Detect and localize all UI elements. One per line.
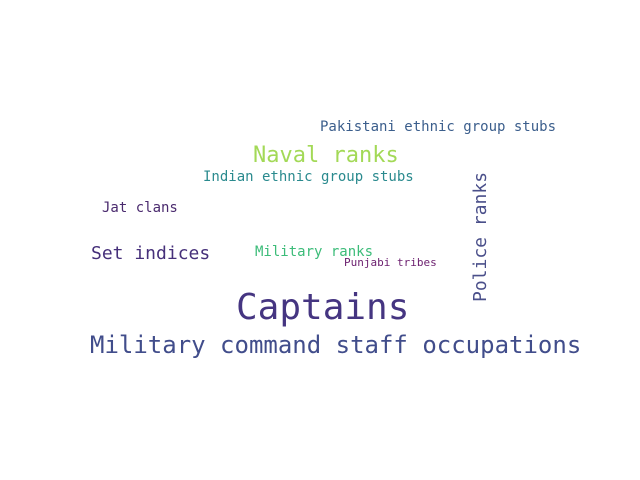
word-naval-ranks: Naval ranks	[253, 143, 399, 168]
word-jat-clans: Jat clans	[102, 200, 178, 216]
word-police-ranks: Police ranks	[470, 171, 491, 302]
word-cloud: Pakistani ethnic group stubs Naval ranks…	[0, 0, 640, 480]
word-indian-ethnic-group-stubs: Indian ethnic group stubs	[203, 169, 414, 185]
word-pakistani-ethnic-group-stubs: Pakistani ethnic group stubs	[320, 119, 557, 135]
word-captains: Captains	[236, 287, 410, 328]
word-military-command-staff-occupations: Military command staff occupations	[90, 331, 582, 359]
word-punjabi-tribes: Punjabi tribes	[344, 256, 437, 269]
word-set-indices: Set indices	[91, 243, 211, 264]
